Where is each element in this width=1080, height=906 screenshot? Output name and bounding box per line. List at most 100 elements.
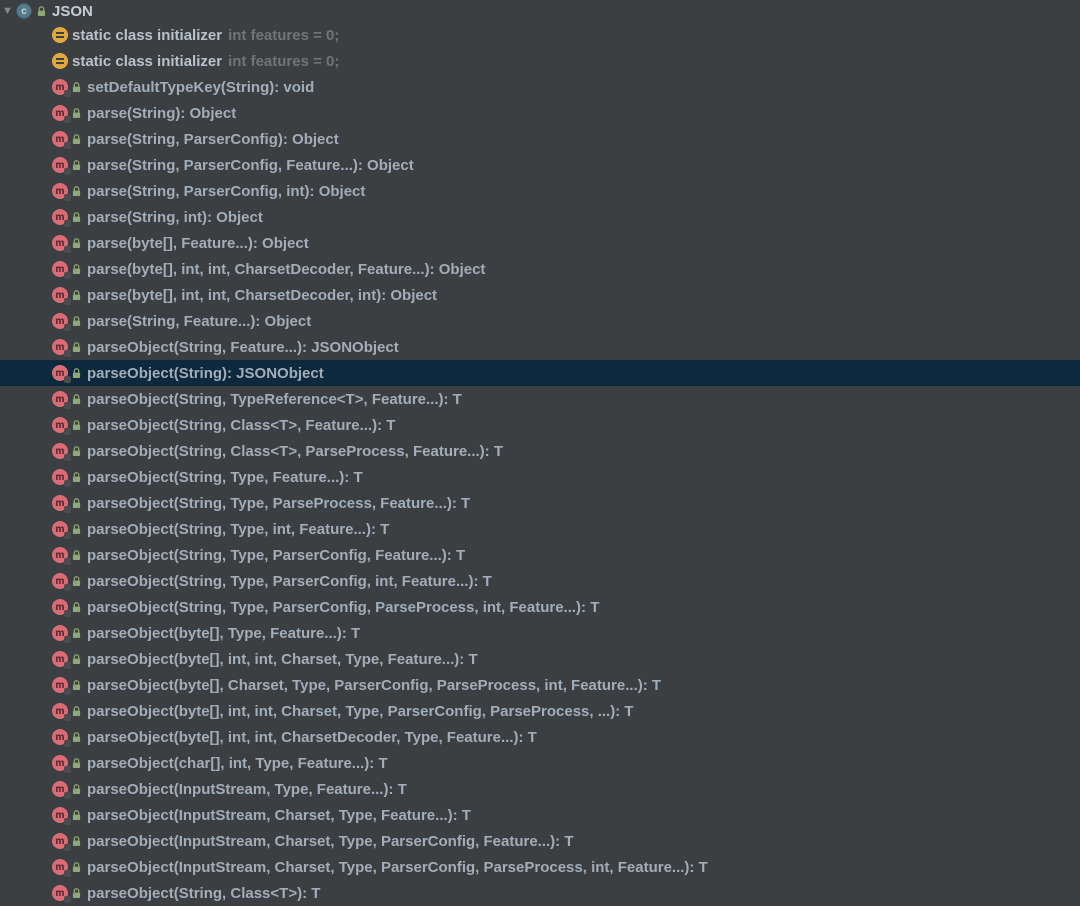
tree-item[interactable]: static class initializerint features = 0… [0,48,1080,74]
tree-item[interactable]: mparseObject(byte[], int, int, CharsetDe… [0,724,1080,750]
method-signature: parse(String, Feature...): Object [87,313,311,330]
tree-item[interactable]: mparseObject(String, Class<T>, ParseProc… [0,438,1080,464]
class-name-label: JSON [52,3,93,20]
tree-item[interactable]: mparse(String, ParserConfig, Feature...)… [0,152,1080,178]
method-signature: parseObject(String, Type, int, Feature..… [87,521,389,538]
lock-icon [71,758,81,769]
lock-icon [71,368,81,379]
tree-item[interactable]: m parse(byte[], int, int, CharsetDecoder,… [0,282,1080,308]
method-signature: parseObject(char[], int, Type, Feature..… [87,755,388,772]
tree-item[interactable]: mparseObject(char[], int, Type, Feature.… [0,750,1080,776]
lock-icon [71,420,81,431]
lock-icon [71,706,81,717]
lock-icon [71,550,81,561]
method-signature: parse(byte[], int, int, CharsetDecoder, … [87,287,437,304]
tree-item[interactable]: m parseObject(InputStream, Charset, Type,… [0,802,1080,828]
tree-item[interactable]: mparseObject(String, Feature...): JSONOb… [0,334,1080,360]
method-icon: m [52,261,68,277]
method-signature: parse(String): Object [87,105,236,122]
method-signature: parseObject(byte[], int, int, Charset, T… [87,703,634,720]
tree-item[interactable]: m parse(String, Feature...): Object [0,308,1080,334]
lock-icon [71,108,81,119]
lock-icon [71,446,81,457]
structure-tree: ▼ c JSON static class initializer int fea… [0,0,1080,906]
method-icon: m [52,287,68,303]
method-icon: m [52,443,68,459]
lock-icon [71,498,81,509]
lock-icon [71,836,81,847]
lock-icon [36,6,46,17]
tree-item[interactable]: mparse(byte[], Feature...): Object [0,230,1080,256]
method-signature: parseObject(String, Class<T>): T [87,885,320,902]
method-icon: m [52,573,68,589]
tree-item[interactable]: mparseObject(String, Class<T>): T [0,880,1080,906]
tree-item[interactable]: m parseObject(String, TypeReference<T>, F… [0,386,1080,412]
method-icon: m [52,625,68,641]
method-icon: m [52,235,68,251]
tree-item[interactable]: m parseObject(byte[], Charset, Type, Pars… [0,672,1080,698]
tree-item[interactable]: mparse(String): Object [0,100,1080,126]
tree-item[interactable]: mparseObject(String, Class<T>, Feature..… [0,412,1080,438]
tree-item[interactable]: mparseObject(String, Type, ParserConfig,… [0,594,1080,620]
method-signature: parseObject(String, Feature...): JSONObj… [87,339,399,356]
tree-item[interactable]: m parseObject(String, Type, ParserConfig,… [0,542,1080,568]
method-icon: m [52,469,68,485]
tree-item[interactable]: mparse(String, ParserConfig, int): Objec… [0,178,1080,204]
lock-icon [71,602,81,613]
tree-item[interactable]: mparse(String, int): Object [0,204,1080,230]
tree-item[interactable]: static class initializer int features = 0… [0,22,1080,48]
method-icon: m [52,417,68,433]
tree-item[interactable]: m parseObject(String, Type, int, Feature.… [0,516,1080,542]
method-icon: m [52,391,68,407]
tree-item[interactable]: m parse(byte[], int, int, CharsetDecoder,… [0,256,1080,282]
method-icon: m [52,157,68,173]
method-signature: parseObject(InputStream, Charset, Type, … [87,807,471,824]
expand-arrow-icon[interactable]: ▼ [2,5,16,17]
lock-icon [71,862,81,873]
tree-item[interactable]: m parseObject(byte[], int, int, Charset, … [0,698,1080,724]
lock-icon [71,316,81,327]
method-icon: m [52,703,68,719]
tree-item[interactable]: mparseObject(byte[], int, int, Charset, … [0,646,1080,672]
tree-item[interactable]: mparseObject(String): JSONObject [0,360,1080,386]
method-icon: m [52,547,68,563]
lock-icon [71,628,81,639]
lock-icon [71,264,81,275]
method-signature: parse(byte[], int, int, CharsetDecoder, … [87,261,485,278]
method-signature: parseObject(byte[], Charset, Type, Parse… [87,677,661,694]
method-icon: m [52,729,68,745]
method-signature: parse(String, ParserConfig): Object [87,131,339,148]
method-icon: m [52,833,68,849]
method-signature: parseObject(String, TypeReference<T>, Fe… [87,391,462,408]
tree-item[interactable]: mparseObject(String, Type, ParserConfig,… [0,568,1080,594]
tree-item[interactable]: mparseObject(String, Type, ParseProcess,… [0,490,1080,516]
method-icon: m [52,677,68,693]
tree-item[interactable]: mparseObject(InputStream, Charset, Type,… [0,828,1080,854]
method-signature: parse(String, int): Object [87,209,263,226]
method-signature: parseObject(String, Type, Feature...): T [87,469,363,486]
tree-item[interactable]: mparseObject(byte[], Type, Feature...): … [0,620,1080,646]
method-signature: parseObject(String, Type, ParserConfig, … [87,547,465,564]
initializer-hint: int features = 0; [228,27,339,44]
lock-icon [71,186,81,197]
lock-icon [71,654,81,665]
method-icon: m [52,313,68,329]
initializer-label: static class initializer [72,27,222,44]
lock-icon [71,134,81,145]
tree-item[interactable]: msetDefaultTypeKey(String): void [0,74,1080,100]
method-icon: m [52,807,68,823]
method-icon: m [52,79,68,95]
method-icon: m [52,521,68,537]
initializer-hint: int features = 0; [228,53,339,70]
tree-root-row[interactable]: ▼ c JSON [0,0,1080,22]
tree-item[interactable]: mparseObject(InputStream, Type, Feature.… [0,776,1080,802]
method-signature: parse(String, ParserConfig, int): Object [87,183,365,200]
lock-icon [71,82,81,93]
lock-icon [71,810,81,821]
method-icon: m [52,651,68,667]
tree-item[interactable]: mparseObject(InputStream, Charset, Type,… [0,854,1080,880]
lock-icon [71,732,81,743]
lock-icon [71,472,81,483]
tree-item[interactable]: mparse(String, ParserConfig): Object [0,126,1080,152]
tree-item[interactable]: m parseObject(String, Type, Feature...): … [0,464,1080,490]
